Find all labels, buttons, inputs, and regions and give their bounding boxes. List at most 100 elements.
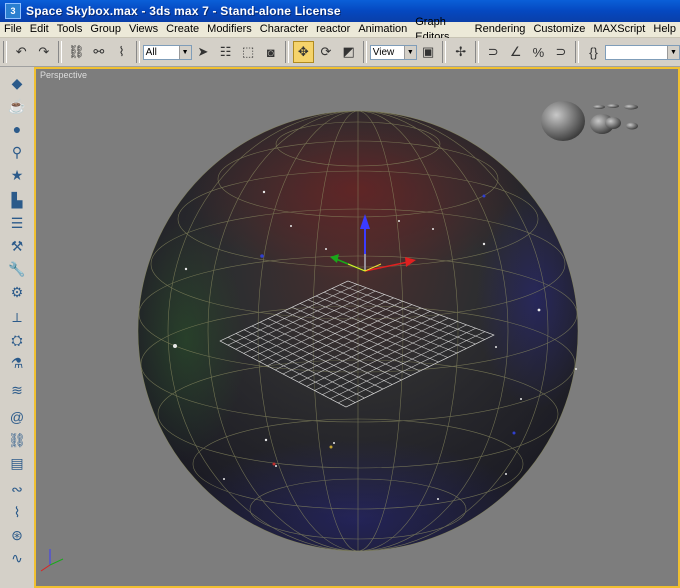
reference-coordinate-dropdown[interactable]: View ▼ bbox=[369, 44, 417, 60]
link-button[interactable]: ⛓ bbox=[66, 41, 87, 63]
patch-button[interactable]: ☰ bbox=[7, 213, 27, 233]
sphere-button[interactable]: ● bbox=[7, 119, 27, 139]
wind-button[interactable]: ∿ bbox=[7, 548, 27, 568]
utility-icon: ⛭ bbox=[11, 331, 23, 348]
rotate-button[interactable]: ⟳ bbox=[316, 41, 337, 63]
reactor-button[interactable]: @ bbox=[7, 407, 27, 427]
rectangular-selection-button[interactable]: ⬚ bbox=[238, 41, 259, 63]
menu-bar: File Edit Tools Group Views Create Modif… bbox=[0, 16, 680, 43]
menu-create[interactable]: Create bbox=[162, 22, 203, 37]
toolbar-separator bbox=[58, 41, 62, 63]
sphere-icon: ● bbox=[12, 121, 22, 137]
snap-toggle-button[interactable]: ⊃ bbox=[483, 41, 504, 63]
space-warp-icon: ⌇ bbox=[118, 44, 125, 59]
reference-coordinate-value: View bbox=[372, 46, 395, 58]
percent-snap-button[interactable]: % bbox=[528, 41, 549, 63]
move-icon: ✥ bbox=[297, 44, 309, 59]
gear-icon: ⚙ bbox=[10, 283, 24, 300]
rotate-icon: ⟳ bbox=[320, 44, 332, 59]
angle-snap-icon: ∠ bbox=[509, 44, 522, 59]
undo-button[interactable]: ↶ bbox=[11, 41, 32, 63]
select-arrow-icon: ➤ bbox=[197, 44, 209, 59]
lights-button[interactable]: ⚲ bbox=[7, 142, 27, 162]
perspective-viewport[interactable]: Perspective bbox=[34, 67, 680, 588]
wave-icon: ≋ bbox=[11, 381, 23, 398]
selection-filter-dropdown[interactable]: All ▼ bbox=[142, 44, 192, 60]
window-crossing-icon: ◙ bbox=[266, 44, 275, 60]
link-icon: ⛓ bbox=[68, 44, 85, 59]
teapot-icon: ☕ bbox=[8, 97, 26, 114]
pivot-center-button[interactable]: ▣ bbox=[418, 41, 439, 63]
shapes-button[interactable]: ▙ bbox=[7, 190, 27, 210]
wrench-icon: 🔧 bbox=[8, 260, 26, 277]
spinner-snap-button[interactable]: ⊃ bbox=[551, 41, 572, 63]
select-object-button[interactable]: ➤ bbox=[193, 41, 214, 63]
compound-button[interactable]: ☕ bbox=[7, 96, 27, 116]
menu-views[interactable]: Views bbox=[125, 22, 162, 37]
asteroid-models[interactable] bbox=[541, 101, 638, 141]
wind-icon: ∿ bbox=[11, 549, 23, 566]
rigid-body-button[interactable]: ⛓ bbox=[7, 430, 27, 450]
redo-icon: ↷ bbox=[38, 44, 50, 59]
toolbar-separator bbox=[474, 41, 479, 63]
display-button[interactable]: ⟂ bbox=[7, 307, 27, 327]
utilities-button[interactable]: ⛭ bbox=[7, 330, 27, 350]
window-title: Space Skybox.max - 3ds max 7 - Stand-alo… bbox=[26, 4, 341, 18]
menu-help[interactable]: Help bbox=[649, 22, 680, 37]
menu-group[interactable]: Group bbox=[86, 22, 125, 37]
manipulate-button[interactable]: ✢ bbox=[450, 41, 471, 63]
toolbar-separator bbox=[442, 41, 447, 63]
light-icon: ⚲ bbox=[11, 143, 23, 160]
menu-animation[interactable]: Animation bbox=[354, 22, 411, 37]
axis-tripod-icon bbox=[40, 549, 64, 572]
scale-icon: ◩ bbox=[342, 44, 355, 59]
bones-button[interactable]: ⚗ bbox=[7, 353, 27, 373]
menu-customize[interactable]: Customize bbox=[529, 22, 589, 37]
scale-button[interactable]: ◩ bbox=[338, 41, 359, 63]
space-warps-button[interactable]: ≋ bbox=[7, 380, 27, 400]
chevron-down-icon: ▼ bbox=[178, 45, 191, 59]
menu-edit[interactable]: Edit bbox=[26, 22, 53, 37]
menu-tools[interactable]: Tools bbox=[53, 22, 87, 37]
menu-file[interactable]: File bbox=[0, 22, 26, 37]
modifier-button[interactable]: ⚒ bbox=[7, 236, 27, 256]
main-toolbar: ↶ ↷ ⛓ ⚯ ⌇ All ▼ ➤ ☷ ⬚ ◙ ✥ ⟳ ◩ View ▼ ▣ ✢… bbox=[0, 38, 680, 67]
select-by-name-button[interactable]: ☷ bbox=[215, 41, 236, 63]
motor-button[interactable]: ⊛ bbox=[7, 525, 27, 545]
cloth-button[interactable]: ▤ bbox=[7, 453, 27, 473]
pivot-center-icon: ▣ bbox=[422, 44, 435, 59]
title-bar: 3 Space Skybox.max - 3ds max 7 - Stand-a… bbox=[0, 0, 680, 22]
menu-character[interactable]: Character bbox=[256, 22, 312, 37]
redo-button[interactable]: ↷ bbox=[33, 41, 54, 63]
link-chain-icon: ⛓ bbox=[8, 431, 26, 448]
rope-button[interactable]: ∾ bbox=[7, 479, 27, 499]
menu-modifiers[interactable]: Modifiers bbox=[203, 22, 256, 37]
spinner-snap-icon: ⊃ bbox=[555, 44, 567, 59]
motor-icon: ⊛ bbox=[11, 526, 23, 543]
menu-rendering[interactable]: Rendering bbox=[471, 22, 530, 37]
star-icon: ★ bbox=[10, 166, 24, 183]
chevron-down-icon: ▼ bbox=[666, 45, 679, 59]
toolbar-separator bbox=[575, 41, 580, 63]
window-crossing-button[interactable]: ◙ bbox=[260, 41, 281, 63]
selection-filter-value: All bbox=[145, 46, 157, 58]
edit-named-selection-button[interactable]: {} bbox=[583, 41, 604, 63]
angle-snap-button[interactable]: ∠ bbox=[505, 41, 526, 63]
bone-icon: ⚗ bbox=[10, 354, 24, 371]
create-objects-button[interactable]: ◆ bbox=[7, 73, 27, 93]
spring-icon: ⌇ bbox=[13, 503, 21, 520]
hierarchy-button[interactable]: 🔧 bbox=[7, 259, 27, 279]
named-selection-dropdown[interactable]: ▼ bbox=[604, 44, 680, 60]
shape-icon: ▙ bbox=[11, 191, 23, 208]
menu-maxscript[interactable]: MAXScript bbox=[589, 22, 649, 37]
unlink-button[interactable]: ⚯ bbox=[89, 41, 110, 63]
spiral-icon: @ bbox=[9, 409, 25, 425]
viewport-label[interactable]: Perspective bbox=[40, 70, 87, 80]
bind-space-warp-button[interactable]: ⌇ bbox=[111, 41, 132, 63]
particles-button[interactable]: ★ bbox=[7, 165, 27, 185]
helper-icon: ⟂ bbox=[12, 308, 22, 325]
motion-button[interactable]: ⚙ bbox=[7, 282, 27, 302]
move-button[interactable]: ✥ bbox=[292, 41, 314, 63]
menu-reactor[interactable]: reactor bbox=[312, 22, 354, 37]
spring-button[interactable]: ⌇ bbox=[7, 502, 27, 522]
